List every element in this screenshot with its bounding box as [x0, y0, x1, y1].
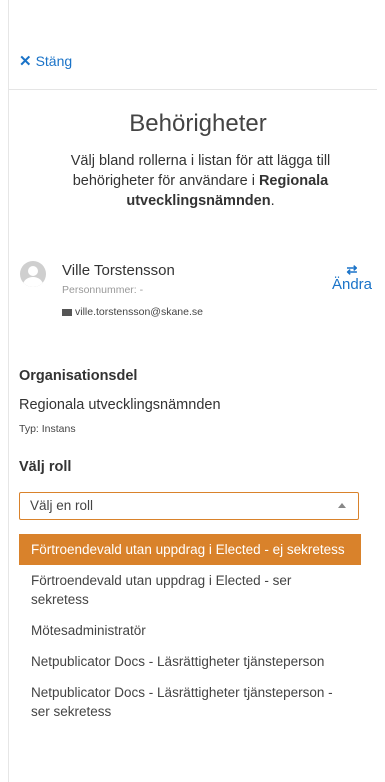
user-avatar-icon — [20, 261, 46, 287]
intro-suffix: . — [270, 193, 275, 209]
role-select-value: Välj en roll — [30, 498, 94, 513]
organisation-value: Regionala utvecklingsnämnden — [19, 397, 221, 413]
user-personnummer: Personnummer: - — [62, 284, 144, 296]
envelope-icon — [62, 308, 72, 316]
close-button[interactable]: ✕ Stäng — [19, 52, 72, 70]
swap-arrows-icon: ⇄ — [346, 262, 358, 277]
close-icon: ✕ — [19, 53, 32, 70]
role-option[interactable]: Förtroendevald utan uppdrag i Elected - … — [19, 534, 361, 565]
change-user-button[interactable]: ⇄ Ändra — [330, 262, 374, 293]
user-name: Ville Torstensson — [62, 262, 175, 279]
change-label: Ändra — [331, 276, 373, 293]
role-option[interactable]: Mötesadministratör — [19, 615, 361, 646]
dialog-title: Behörigheter — [129, 110, 267, 137]
role-option[interactable]: Netpublicator Docs - Läsrättigheter tjän… — [19, 677, 361, 727]
close-label: Stäng — [35, 53, 73, 69]
user-email: ville.torstensson@skane.se — [62, 306, 203, 318]
caret-up-icon — [338, 503, 346, 508]
header-divider — [8, 89, 377, 90]
role-options-list: Förtroendevald utan uppdrag i Elected - … — [19, 534, 361, 727]
panel-border — [8, 0, 9, 782]
role-heading: Välj roll — [19, 459, 72, 475]
role-select[interactable]: Välj en roll — [19, 492, 359, 520]
user-email-text: ville.torstensson@skane.se — [75, 306, 203, 318]
organisation-heading: Organisationsdel — [19, 368, 138, 384]
dialog-intro: Välj bland rollerna i listan för att läg… — [30, 151, 371, 211]
role-option[interactable]: Netpublicator Docs - Läsrättigheter tjän… — [19, 646, 361, 677]
role-option[interactable]: Förtroendevald utan uppdrag i Elected - … — [19, 565, 361, 615]
organisation-type: Typ: Instans — [19, 423, 76, 435]
